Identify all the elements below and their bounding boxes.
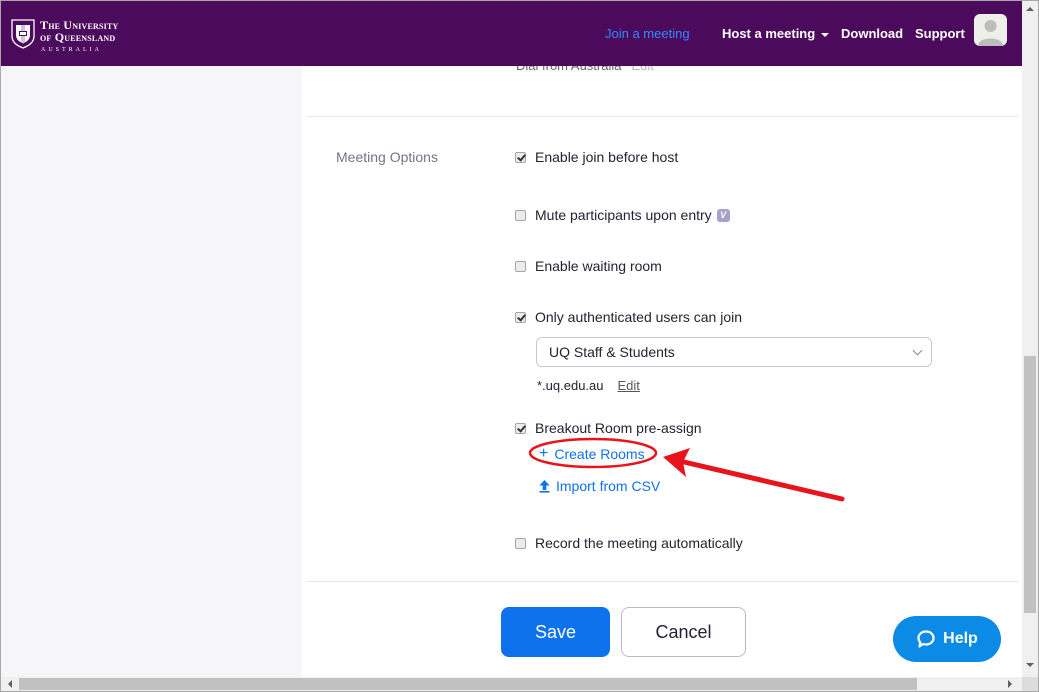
checkbox-waiting-room[interactable] [515, 260, 526, 272]
uq-logo[interactable]: The University of Queensland AUSTRALIA [11, 19, 119, 56]
nav-host-meeting-label: Host a meeting [722, 26, 816, 41]
section-divider [306, 116, 1018, 117]
import-csv-link[interactable]: Import from CSV [539, 478, 660, 494]
user-avatar[interactable] [974, 14, 1007, 46]
auth-profile-value: UQ Staff & Students [549, 344, 675, 360]
horizontal-scroll-thumb[interactable] [19, 678, 917, 690]
uq-crest-icon [11, 19, 35, 49]
nav-join-meeting[interactable]: Join a meeting [605, 26, 690, 41]
help-label: Help [943, 630, 978, 647]
nav-host-meeting[interactable]: Host a meeting [722, 26, 830, 41]
scroll-left-arrow-icon[interactable] [8, 680, 12, 688]
checkbox-join-before-host[interactable] [515, 151, 526, 163]
scroll-right-arrow-icon[interactable] [1008, 680, 1012, 688]
option-waiting-room[interactable]: Enable waiting room [515, 258, 662, 274]
top-nav-bar: The University of Queensland AUSTRALIA J… [1, 1, 1022, 66]
chat-bubble-icon [917, 630, 935, 648]
cancel-button[interactable]: Cancel [621, 607, 746, 657]
horizontal-scrollbar[interactable] [1, 677, 1022, 691]
save-button[interactable]: Save [501, 607, 610, 657]
option-join-before-host[interactable]: Enable join before host [515, 149, 678, 165]
logo-line-2: of Queensland [40, 30, 116, 44]
option-label: Enable join before host [535, 149, 679, 165]
option-label: Record the meeting automatically [535, 535, 743, 551]
scroll-up-arrow-icon[interactable] [1026, 7, 1034, 11]
left-sidebar [1, 1, 302, 677]
chevron-down-icon [912, 345, 923, 356]
option-record-automatically[interactable]: Record the meeting automatically [515, 535, 743, 551]
section-divider [306, 581, 1018, 582]
option-breakout-preassign[interactable]: Breakout Room pre-assign [515, 420, 702, 436]
help-button[interactable]: Help [893, 616, 1001, 662]
upload-icon [539, 480, 550, 493]
scroll-down-arrow-icon[interactable] [1026, 663, 1034, 667]
option-label: Enable waiting room [535, 258, 662, 274]
auth-domain-edit-link[interactable]: Edit [618, 378, 640, 393]
option-label: Breakout Room pre-assign [535, 420, 702, 436]
version-badge-icon[interactable]: V [716, 208, 730, 222]
plus-icon: + [539, 445, 549, 462]
meeting-options-label: Meeting Options [336, 149, 438, 165]
checkbox-record-automatically[interactable] [515, 537, 526, 549]
checkbox-mute-on-entry[interactable] [515, 209, 526, 221]
import-csv-label: Import from CSV [556, 478, 661, 494]
option-mute-on-entry[interactable]: Mute participants upon entry V [515, 207, 730, 223]
create-rooms-link[interactable]: + Create Rooms [539, 445, 645, 463]
auth-profile-select[interactable]: UQ Staff & Students [536, 337, 932, 367]
caret-down-icon [821, 32, 830, 37]
option-authenticated-only[interactable]: Only authenticated users can join [515, 309, 742, 325]
option-label: Mute participants upon entry [535, 207, 712, 223]
vertical-scroll-thumb[interactable] [1024, 356, 1036, 613]
nav-support[interactable]: Support [915, 26, 965, 41]
option-label: Only authenticated users can join [535, 309, 743, 325]
browser-window: The University of Queensland AUSTRALIA J… [0, 0, 1039, 692]
auth-domain-text: *.uq.edu.au [537, 378, 604, 393]
checkbox-authenticated-only[interactable] [515, 311, 526, 323]
scrollbar-corner [1022, 677, 1038, 691]
checkbox-breakout-preassign[interactable] [515, 422, 526, 434]
logo-line-3: AUSTRALIA [41, 47, 102, 53]
create-rooms-label: Create Rooms [554, 446, 645, 462]
vertical-scrollbar[interactable] [1022, 1, 1038, 677]
auth-domain-row: *.uq.edu.au Edit [537, 378, 640, 393]
nav-download[interactable]: Download [841, 26, 903, 41]
user-icon [978, 20, 1003, 46]
